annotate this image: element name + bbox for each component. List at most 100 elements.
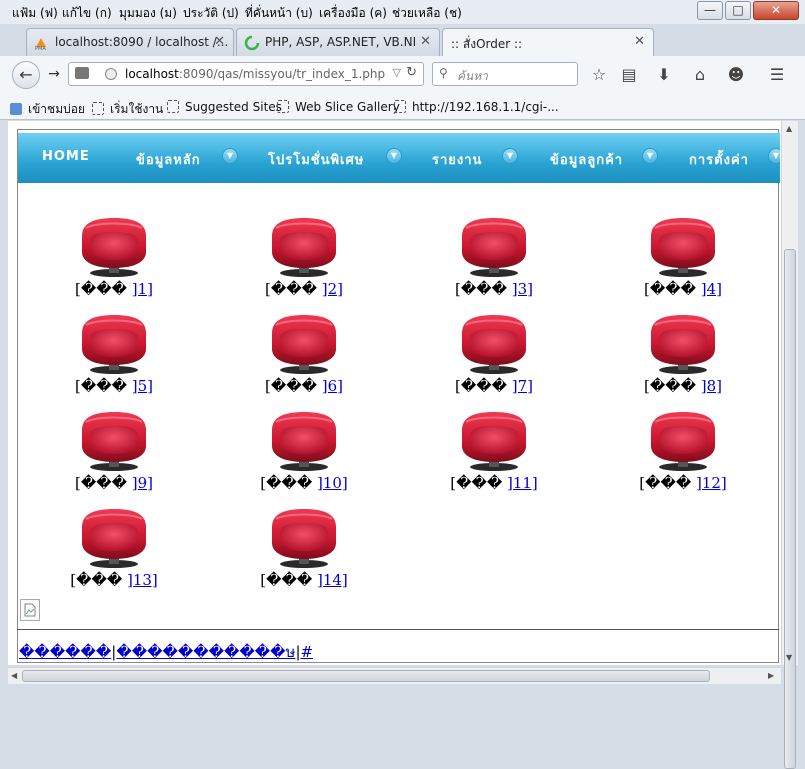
scroll-right-icon[interactable]: ▶ [768, 671, 774, 680]
table-link[interactable]: ]13] [127, 571, 158, 589]
search-bar[interactable]: ⚲ ค้นหา [432, 62, 578, 86]
menu-view[interactable]: มุมมอง (ม) [119, 4, 177, 23]
menu-edit[interactable]: แก้ไข (ก) [62, 4, 112, 23]
footer-link-2[interactable]: �����������ษ [116, 643, 295, 661]
table-link[interactable]: ]10] [317, 474, 348, 492]
tab-php-forum[interactable]: PHP, ASP, ASP.NET, VB.NE... ✕ [236, 28, 440, 56]
most-visited-icon [10, 103, 22, 115]
scroll-up-icon[interactable]: ▲ [786, 124, 792, 133]
nav-report[interactable]: รายงาน [432, 149, 482, 170]
chair-icon[interactable] [645, 216, 721, 278]
nav-home[interactable]: HOME [42, 149, 90, 164]
vertical-scroll-thumb[interactable] [784, 249, 796, 769]
chair-icon[interactable] [456, 410, 532, 472]
table-cell[interactable]: [��� ]5] [44, 313, 184, 409]
table-cell[interactable]: [��� ]12] [613, 410, 753, 506]
chair-icon[interactable] [76, 507, 152, 569]
tab-order[interactable]: :: สั่งOrder :: ✕ [442, 28, 654, 57]
table-link[interactable]: ]14] [317, 571, 348, 589]
nav-customer[interactable]: ข้อมูลลูกค้า [550, 149, 623, 170]
bookmark-getting-started[interactable]: เริ่มใช้งาน [92, 100, 163, 119]
scroll-down-icon[interactable]: ▼ [786, 653, 792, 662]
close-icon[interactable]: ✕ [214, 34, 225, 49]
forward-button[interactable]: → [42, 63, 66, 87]
chair-icon[interactable] [266, 216, 342, 278]
reading-list-icon[interactable]: ▤ [619, 65, 639, 85]
menu-file[interactable]: แฟ้ม (ฟ) [12, 4, 58, 23]
dropdown-arrow-icon[interactable]: ▽ [393, 66, 401, 79]
bookmark-most-visited[interactable]: เข้าชมบ่อย [10, 100, 85, 119]
table-link[interactable]: ]2] [322, 280, 343, 298]
chevron-down-icon[interactable]: ▼ [222, 148, 238, 164]
table-cell[interactable]: [��� ]7] [424, 313, 564, 409]
footer-link-3[interactable]: # [301, 643, 314, 661]
smiley-icon[interactable]: ☻ [726, 65, 746, 85]
footer-link-1[interactable]: ������ [19, 643, 111, 661]
bookmark-suggested-sites[interactable]: Suggested Sites [167, 100, 282, 114]
table-link[interactable]: ]12] [696, 474, 727, 492]
table-link[interactable]: ]1] [132, 280, 153, 298]
chair-icon[interactable] [266, 313, 342, 375]
chair-icon[interactable] [266, 507, 342, 569]
chevron-down-icon[interactable]: ▼ [642, 148, 658, 164]
table-link[interactable]: ]7] [512, 377, 533, 395]
menu-bookmarks[interactable]: ที่คั่นหน้า (บ) [245, 4, 313, 23]
table-cell[interactable]: [��� ]2] [234, 216, 374, 312]
chair-icon[interactable] [76, 410, 152, 472]
close-window-button[interactable]: ✕ [753, 1, 799, 20]
nav-settings[interactable]: การตั้งค่า [689, 149, 749, 170]
minimize-button[interactable]: — [697, 1, 723, 20]
horizontal-scrollbar[interactable]: ◀ ▶ [8, 667, 781, 684]
chair-icon[interactable] [645, 410, 721, 472]
nav-promotion[interactable]: โปรโมชั่นพิเศษ [268, 149, 364, 170]
chair-icon[interactable] [456, 216, 532, 278]
menu-history[interactable]: ประวัติ (ป) [183, 4, 239, 23]
table-cell[interactable]: [��� ]4] [613, 216, 753, 312]
table-cell[interactable]: [��� ]13] [44, 507, 184, 603]
table-link[interactable]: ]11] [507, 474, 538, 492]
home-icon[interactable]: ⌂ [690, 65, 710, 85]
table-link[interactable]: ]9] [132, 474, 153, 492]
menu-hamburger-icon[interactable]: ☰ [767, 65, 787, 85]
chevron-down-icon[interactable]: ▼ [386, 148, 402, 164]
chevron-down-icon[interactable]: ▼ [768, 148, 780, 164]
menu-help[interactable]: ช่วยเหลือ (ช) [392, 4, 462, 23]
table-link[interactable]: ]4] [701, 280, 722, 298]
download-icon[interactable]: ⬇ [654, 65, 674, 85]
reload-icon[interactable]: ↻ [406, 65, 417, 80]
vertical-scrollbar[interactable]: ▲ ▼ [781, 121, 798, 769]
table-cell[interactable]: [��� ]14] [234, 507, 374, 603]
url-bar[interactable]: localhost:8090/qas/missyou/tr_index_1.ph… [68, 62, 424, 86]
table-cell[interactable]: [��� ]8] [613, 313, 753, 409]
bookmark-web-slice[interactable]: Web Slice Gallery [277, 100, 400, 114]
chair-icon[interactable] [266, 410, 342, 472]
table-link[interactable]: ]8] [701, 377, 722, 395]
close-icon[interactable]: ✕ [420, 34, 431, 49]
table-link[interactable]: ]6] [322, 377, 343, 395]
table-cell[interactable]: [��� ]3] [424, 216, 564, 312]
table-cell[interactable]: [��� ]1] [44, 216, 184, 312]
chair-icon[interactable] [456, 313, 532, 375]
table-cell[interactable]: [��� ]11] [424, 410, 564, 506]
table-cell[interactable]: [��� ]10] [234, 410, 374, 506]
table-cell[interactable]: [��� ]6] [234, 313, 374, 409]
table-label: [��� ]11] [424, 474, 564, 492]
chair-icon[interactable] [645, 313, 721, 375]
bookmark-router[interactable]: http://192.168.1.1/cgi-... [394, 100, 559, 114]
maximize-button[interactable]: □ [725, 1, 751, 20]
table-label-prefix: [��� [450, 474, 507, 492]
bookmark-star-icon[interactable]: ☆ [589, 65, 609, 85]
table-link[interactable]: ]3] [512, 280, 533, 298]
horizontal-scroll-thumb[interactable] [22, 670, 710, 682]
close-icon[interactable]: ✕ [634, 34, 645, 49]
chevron-down-icon[interactable]: ▼ [502, 148, 518, 164]
menu-tools[interactable]: เครื่องมือ (ค) [319, 4, 387, 23]
tab-phpmyadmin[interactable]: PMA localhost:8090 / localhost /... ✕ [26, 28, 234, 56]
nav-master-data[interactable]: ข้อมูลหลัก [136, 149, 201, 170]
table-link[interactable]: ]5] [132, 377, 153, 395]
back-button[interactable]: ← [12, 61, 40, 89]
scroll-left-icon[interactable]: ◀ [11, 671, 17, 680]
table-cell[interactable]: [��� ]9] [44, 410, 184, 506]
chair-icon[interactable] [76, 313, 152, 375]
chair-icon[interactable] [76, 216, 152, 278]
